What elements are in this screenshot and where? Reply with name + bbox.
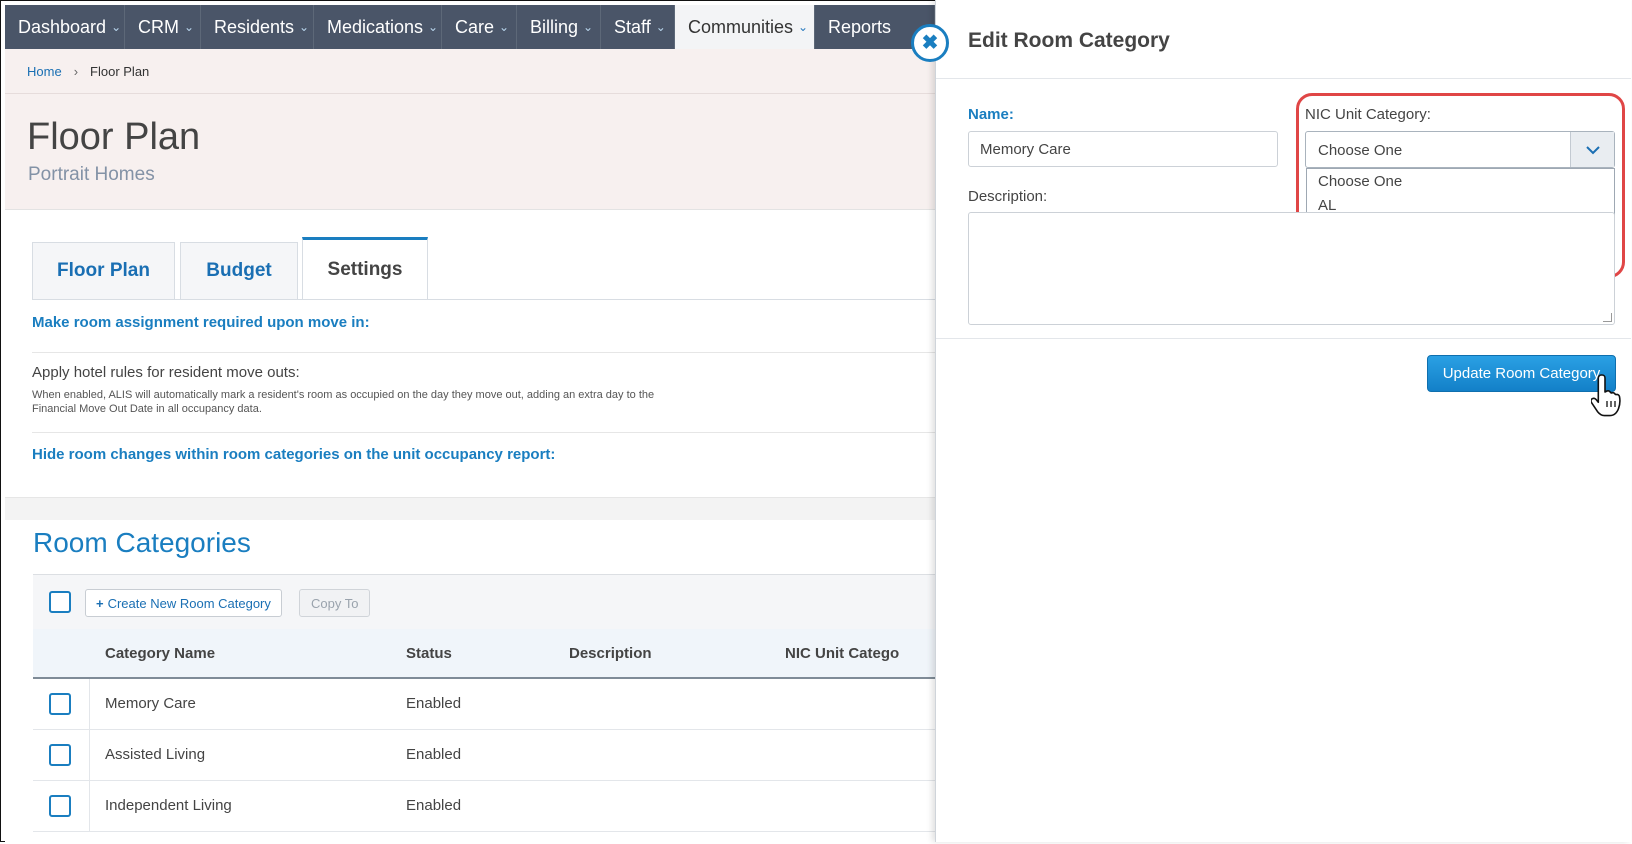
section-separator xyxy=(5,497,935,520)
row-checkbox[interactable] xyxy=(49,744,71,766)
cell-status: Enabled xyxy=(406,695,462,712)
page-header: Floor Plan Portrait Homes xyxy=(5,94,935,210)
panel-title: Edit Room Category xyxy=(968,29,1170,52)
divider xyxy=(936,338,1631,339)
chevron-down-icon: ⌄ xyxy=(184,20,195,34)
row-checkbox-cell xyxy=(33,679,90,729)
nav-crm[interactable]: CRM ⌄ xyxy=(125,5,201,49)
tab-settings[interactable]: Settings xyxy=(302,237,428,300)
column-header-status[interactable]: Status xyxy=(406,645,452,662)
table-row[interactable]: Independent Living Enabled xyxy=(33,781,935,832)
cell-status: Enabled xyxy=(406,746,462,763)
tab-floor-plan[interactable]: Floor Plan xyxy=(32,242,175,299)
copy-to-button: Copy To xyxy=(299,589,371,617)
description-textarea[interactable] xyxy=(968,212,1615,325)
create-button-label: Create New Room Category xyxy=(107,595,271,611)
breadcrumb: Home › Floor Plan xyxy=(5,49,935,94)
nic-unit-category-select[interactable]: Choose One xyxy=(1305,131,1615,168)
tabs-divider xyxy=(32,299,935,300)
nav-label: Medications xyxy=(327,16,424,37)
nav-label: Billing xyxy=(530,16,579,37)
column-header-category-name[interactable]: Category Name xyxy=(105,645,215,662)
cell-category-name: Memory Care xyxy=(105,695,196,712)
chevron-down-icon: ⌄ xyxy=(583,20,594,34)
divider xyxy=(32,352,935,353)
description-label: Description: xyxy=(968,188,1048,205)
floor-plan-page: Dashboard ⌄ CRM ⌄ Residents ⌄ Medications ⌄ … xyxy=(5,5,935,842)
chevron-down-icon: ⌄ xyxy=(798,20,809,34)
table-header: Category Name Status Description NIC Uni… xyxy=(33,629,935,679)
breadcrumb-current: Floor Plan xyxy=(90,63,150,79)
nav-medications[interactable]: Medications ⌄ xyxy=(314,5,442,49)
chevron-down-icon[interactable] xyxy=(1570,132,1614,167)
breadcrumb-separator: › xyxy=(73,63,79,79)
close-icon: ✖ xyxy=(921,32,939,54)
nav-residents[interactable]: Residents ⌄ xyxy=(201,5,314,49)
chevron-down-icon: ⌄ xyxy=(111,20,122,34)
page-title: Floor Plan xyxy=(27,116,201,158)
breadcrumb-home-link[interactable]: Home xyxy=(27,64,62,79)
setting-hotel-rules-description: When enabled, ALIS will automatically ma… xyxy=(32,389,655,415)
name-label: Name: xyxy=(968,106,1014,123)
name-input[interactable]: Memory Care xyxy=(968,131,1278,167)
column-header-nic-unit-category[interactable]: NIC Unit Catego xyxy=(785,645,899,662)
nav-label: Communities xyxy=(688,16,794,37)
nav-label: Staff xyxy=(614,16,651,37)
option-choose-one[interactable]: Choose One xyxy=(1307,169,1614,194)
edit-room-category-panel: Edit Room Category Name: Memory Care NIC… xyxy=(935,0,1631,842)
room-categories-title: Room Categories xyxy=(33,527,251,558)
page-subtitle: Portrait Homes xyxy=(28,164,155,185)
setting-hotel-rules: Apply hotel rules for resident move outs… xyxy=(32,364,300,381)
divider xyxy=(936,78,1631,79)
nic-unit-category-label: NIC Unit Category: xyxy=(1305,106,1431,123)
row-checkbox[interactable] xyxy=(49,693,71,715)
chevron-down-icon: ⌄ xyxy=(299,20,310,34)
tab-budget[interactable]: Budget xyxy=(180,242,298,299)
row-checkbox[interactable] xyxy=(49,795,71,817)
nav-label: Dashboard xyxy=(18,16,107,37)
close-panel-button[interactable]: ✖ xyxy=(911,24,949,62)
column-header-description[interactable]: Description xyxy=(569,645,652,662)
top-navigation: Dashboard ⌄ CRM ⌄ Residents ⌄ Medications ⌄ … xyxy=(5,5,935,49)
divider xyxy=(32,432,935,433)
nav-staff[interactable]: Staff ⌄ xyxy=(601,5,675,49)
setting-hide-room-changes: Hide room changes within room categories… xyxy=(32,446,556,463)
resize-handle-icon[interactable] xyxy=(1603,313,1612,322)
plus-icon: + xyxy=(96,595,104,611)
nav-care[interactable]: Care ⌄ xyxy=(442,5,517,49)
nav-label: Residents xyxy=(214,16,295,37)
table-row[interactable]: Assisted Living Enabled xyxy=(33,730,935,781)
nav-label: CRM xyxy=(138,16,179,37)
row-checkbox-cell xyxy=(33,730,90,780)
create-room-category-button[interactable]: + Create New Room Category xyxy=(85,589,282,617)
nav-label: Reports xyxy=(828,16,892,37)
chevron-down-icon: ⌄ xyxy=(428,20,439,34)
table-row[interactable]: Memory Care Enabled xyxy=(33,679,935,730)
nav-communities[interactable]: Communities ⌄ xyxy=(675,5,815,49)
cell-category-name: Assisted Living xyxy=(105,746,206,763)
chevron-down-icon: ⌄ xyxy=(499,20,510,34)
cell-category-name: Independent Living xyxy=(105,797,232,814)
update-room-category-button[interactable]: Update Room Category xyxy=(1427,355,1616,392)
nav-dashboard[interactable]: Dashboard ⌄ xyxy=(5,5,125,49)
chevron-down-icon: ⌄ xyxy=(655,20,666,34)
setting-room-assignment: Make room assignment required upon move … xyxy=(32,314,370,331)
room-categories-toolbar: + Create New Room Category Copy To xyxy=(33,574,935,631)
cell-status: Enabled xyxy=(406,797,462,814)
select-value: Choose One xyxy=(1318,142,1403,159)
nav-label: Care xyxy=(455,16,495,37)
row-checkbox-cell xyxy=(33,781,90,831)
hand-cursor-icon xyxy=(1591,374,1621,417)
select-all-checkbox[interactable] xyxy=(49,591,71,613)
nav-billing[interactable]: Billing ⌄ xyxy=(517,5,601,49)
